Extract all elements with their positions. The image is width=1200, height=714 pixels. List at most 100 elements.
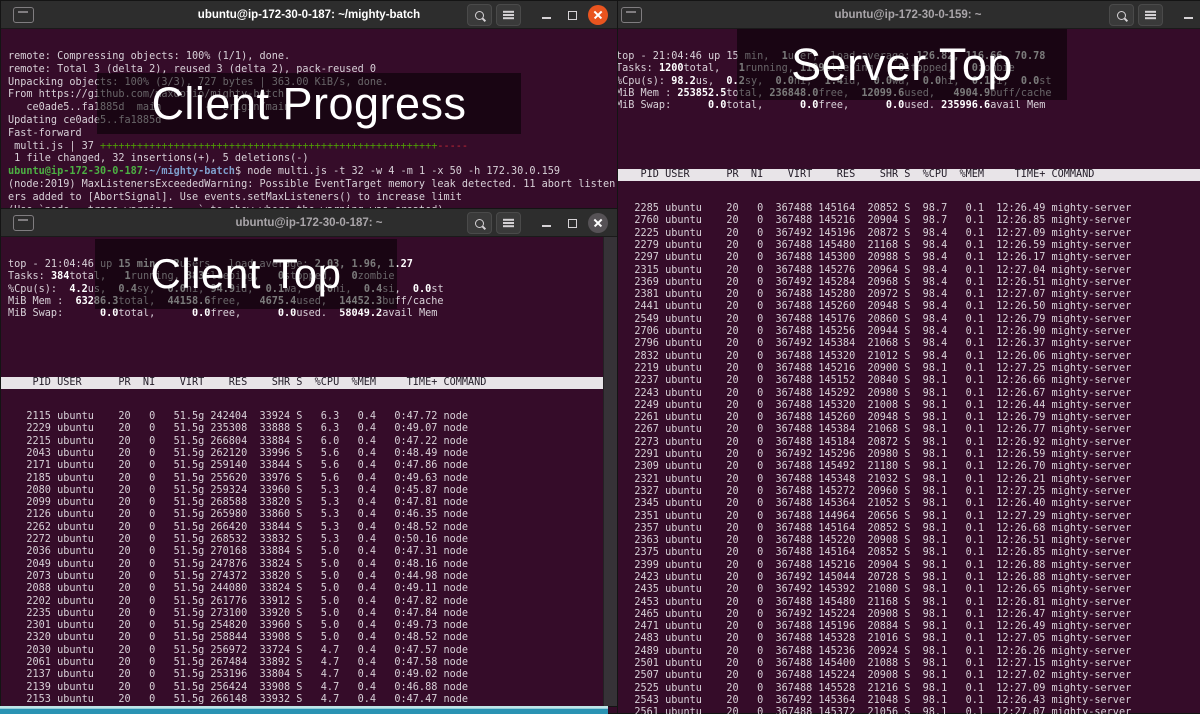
- process-row: 2483 ubuntu 20 0 367488 145328 21016 S 9…: [609, 633, 1200, 645]
- titlebar-buttons: [467, 209, 609, 237]
- process-row: 2202 ubuntu 20 0 51.5g 261776 33912 S 5.…: [1, 596, 603, 608]
- new-terminal-icon[interactable]: [13, 215, 34, 231]
- search-button[interactable]: [467, 212, 492, 234]
- blank-line: [1, 342, 603, 354]
- process-row: 2080 ubuntu 20 0 51.5g 259324 33960 S 5.…: [1, 485, 603, 497]
- titlebar-buttons: [467, 1, 609, 29]
- process-row: 2115 ubuntu 20 0 51.5g 242404 33924 S 6.…: [1, 411, 603, 423]
- process-row: 2351 ubuntu 20 0 367488 144964 20656 S 9…: [609, 511, 1200, 523]
- process-row: 2272 ubuntu 20 0 51.5g 268532 33832 S 5.…: [1, 534, 603, 546]
- process-row: 2262 ubuntu 20 0 51.5g 266420 33844 S 5.…: [1, 522, 603, 534]
- terminal-line: (node:2019) MaxListenersExceededWarning:…: [1, 179, 617, 192]
- close-icon: [588, 213, 608, 233]
- process-row: 2423 ubuntu 20 0 367492 145044 20728 S 9…: [609, 572, 1200, 584]
- process-row: 2301 ubuntu 20 0 51.5g 254820 33960 S 5.…: [1, 620, 603, 632]
- process-row: 2327 ubuntu 20 0 367488 145272 20960 S 9…: [609, 486, 1200, 498]
- minimize-icon: [542, 225, 551, 227]
- terminal-body-server[interactable]: top - 21:04:46 up 15 min, 1user, load av…: [609, 29, 1200, 714]
- process-row: 2267 ubuntu 20 0 367488 145384 21068 S 9…: [609, 424, 1200, 436]
- process-row: 2453 ubuntu 20 0 367488 145480 21168 S 9…: [609, 597, 1200, 609]
- process-row: 2399 ubuntu 20 0 367488 145216 20904 S 9…: [609, 560, 1200, 572]
- window-title: ubuntu@ip-172-30-0-159: ~: [834, 9, 981, 21]
- titlebar-client-top[interactable]: ubuntu@ip-172-30-0-187: ~: [1, 209, 617, 237]
- caption-server-top: Server Top: [737, 29, 1067, 100]
- search-icon: [475, 11, 484, 20]
- terminal-line: 1 file changed, 32 insertions(+), 5 dele…: [1, 153, 617, 166]
- process-row: 2261 ubuntu 20 0 367488 145260 20948 S 9…: [609, 412, 1200, 424]
- process-row: 2435 ubuntu 20 0 367492 145392 21080 S 9…: [609, 584, 1200, 596]
- top-table-header: PID USER PR NI VIRT RES SHR S %CPU %MEM …: [609, 169, 1200, 181]
- maximize-button[interactable]: [561, 4, 583, 26]
- process-row: 2706 ubuntu 20 0 367488 145256 20944 S 9…: [609, 326, 1200, 338]
- new-terminal-icon[interactable]: [621, 7, 642, 23]
- hamburger-menu-icon: [503, 222, 514, 224]
- window-title: ubuntu@ip-172-30-0-187: ~/mighty-batch: [198, 9, 420, 21]
- process-row: 2345 ubuntu 20 0 367488 145364 21052 S 9…: [609, 498, 1200, 510]
- process-row: 2153 ubuntu 20 0 51.5g 266148 33932 S 4.…: [1, 694, 603, 706]
- window-server-top: ubuntu@ip-172-30-0-159: ~ top - 21:04:46…: [608, 0, 1200, 714]
- titlebar-buttons: [1109, 1, 1199, 29]
- scrollbar-track[interactable]: [603, 237, 617, 706]
- process-row: 2137 ubuntu 20 0 51.5g 253196 33804 S 4.…: [1, 669, 603, 681]
- process-row: 2073 ubuntu 20 0 51.5g 274372 33820 S 5.…: [1, 571, 603, 583]
- menu-button[interactable]: [496, 212, 521, 234]
- process-row: 2465 ubuntu 20 0 367492 145224 20908 S 9…: [609, 609, 1200, 621]
- menu-button[interactable]: [496, 4, 521, 26]
- search-button[interactable]: [1109, 4, 1134, 26]
- new-terminal-icon[interactable]: [13, 7, 34, 23]
- process-row: 2315 ubuntu 20 0 367488 145276 20964 S 9…: [609, 265, 1200, 277]
- close-button[interactable]: [587, 212, 609, 234]
- process-row: 2291 ubuntu 20 0 367492 145296 20980 S 9…: [609, 449, 1200, 461]
- process-row: 2126 ubuntu 20 0 51.5g 265980 33860 S 5.…: [1, 509, 603, 521]
- process-row: 2796 ubuntu 20 0 367492 145384 21068 S 9…: [609, 338, 1200, 350]
- top-table-header: PID USER PR NI VIRT RES SHR S %CPU %MEM …: [1, 377, 603, 389]
- minimize-button[interactable]: [535, 212, 557, 234]
- blank-line: [609, 134, 1200, 146]
- process-row: 2501 ubuntu 20 0 367488 145400 21088 S 9…: [609, 658, 1200, 670]
- minimize-button[interactable]: [1177, 4, 1199, 26]
- process-row: 2088 ubuntu 20 0 51.5g 244080 33824 S 5.…: [1, 583, 603, 595]
- process-row: 2525 ubuntu 20 0 367488 145528 21216 S 9…: [609, 683, 1200, 695]
- caption-client-top: Client Top: [95, 239, 397, 309]
- process-row: 2139 ubuntu 20 0 51.5g 256424 33908 S 4.…: [1, 682, 603, 694]
- process-row: 2171 ubuntu 20 0 51.5g 259140 33844 S 5.…: [1, 460, 603, 472]
- search-icon: [1117, 11, 1126, 20]
- window-title: ubuntu@ip-172-30-0-187: ~: [235, 217, 382, 229]
- process-row: 2832 ubuntu 20 0 367488 145320 21012 S 9…: [609, 351, 1200, 363]
- process-row: 2507 ubuntu 20 0 367488 145224 20908 S 9…: [609, 670, 1200, 682]
- process-row: 2099 ubuntu 20 0 51.5g 268588 33820 S 5.…: [1, 497, 603, 509]
- process-row: 2363 ubuntu 20 0 367488 145220 20908 S 9…: [609, 535, 1200, 547]
- process-row: 2381 ubuntu 20 0 367488 145280 20972 S 9…: [609, 289, 1200, 301]
- minimize-button[interactable]: [535, 4, 557, 26]
- terminal-line: MiB Swap: 0.0total, 0.0free, 0.0used. 23…: [609, 100, 1200, 112]
- process-row: 2043 ubuntu 20 0 51.5g 262120 33996 S 5.…: [1, 448, 603, 460]
- titlebar-client-progress[interactable]: ubuntu@ip-172-30-0-187: ~/mighty-batch: [1, 1, 617, 29]
- process-row: 2279 ubuntu 20 0 367488 145480 21168 S 9…: [609, 240, 1200, 252]
- process-row: 2049 ubuntu 20 0 51.5g 247876 33824 S 5.…: [1, 559, 603, 571]
- search-button[interactable]: [467, 4, 492, 26]
- close-icon: [588, 5, 608, 25]
- titlebar-server-top[interactable]: ubuntu@ip-172-30-0-159: ~: [609, 1, 1200, 29]
- process-row: 2543 ubuntu 20 0 367492 145364 21048 S 9…: [609, 695, 1200, 707]
- process-row: 2249 ubuntu 20 0 367488 145320 21008 S 9…: [609, 400, 1200, 412]
- hamburger-menu-icon: [503, 14, 514, 16]
- menu-button[interactable]: [1138, 4, 1163, 26]
- background-window-edge: [0, 706, 608, 714]
- maximize-button[interactable]: [561, 212, 583, 234]
- process-row: 2441 ubuntu 20 0 367488 145260 20948 S 9…: [609, 301, 1200, 313]
- process-row: 2219 ubuntu 20 0 367488 145216 20900 S 9…: [609, 363, 1200, 375]
- process-row: 2489 ubuntu 20 0 367488 145236 20924 S 9…: [609, 646, 1200, 658]
- process-row: 2273 ubuntu 20 0 367488 145184 20872 S 9…: [609, 437, 1200, 449]
- process-row: 2369 ubuntu 20 0 367492 145284 20968 S 9…: [609, 277, 1200, 289]
- minimize-icon: [542, 17, 551, 19]
- process-row: 2036 ubuntu 20 0 51.5g 270168 33884 S 5.…: [1, 546, 603, 558]
- process-row: 2243 ubuntu 20 0 367488 145292 20980 S 9…: [609, 388, 1200, 400]
- process-row: 2320 ubuntu 20 0 51.5g 258844 33908 S 5.…: [1, 632, 603, 644]
- process-row: 2061 ubuntu 20 0 51.5g 267484 33892 S 4.…: [1, 657, 603, 669]
- terminal-line: multi.js | 37 ++++++++++++++++++++++++++…: [1, 141, 617, 154]
- caption-client-progress: Client Progress: [97, 73, 521, 134]
- process-row: 2215 ubuntu 20 0 51.5g 266804 33884 S 6.…: [1, 436, 603, 448]
- close-button[interactable]: [587, 4, 609, 26]
- process-row: 2285 ubuntu 20 0 367488 145164 20852 S 9…: [609, 203, 1200, 215]
- process-row: 2375 ubuntu 20 0 367488 145164 20852 S 9…: [609, 547, 1200, 559]
